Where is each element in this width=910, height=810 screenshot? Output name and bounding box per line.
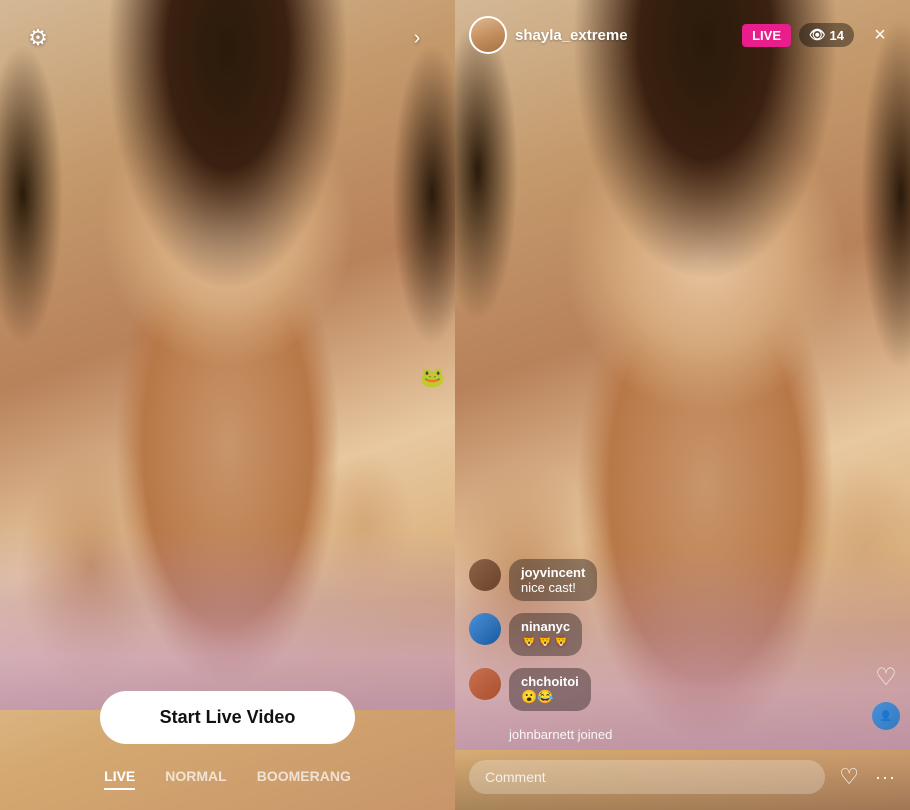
mode-boomerang[interactable]: BOOMERANG [257,764,351,790]
comment-text-nina: 🦁🦁🦁 [521,634,570,650]
left-bottom-bar: Start Live Video LIVE NORMAL BOOMERANG [0,691,455,810]
heart-button[interactable]: ♡ [839,764,859,790]
hair-right [455,0,910,486]
viewer-count: 👁 14 [799,23,854,47]
eye-icon: 👁 [809,27,826,43]
left-top-bar: ⚙ › [0,20,455,56]
commenter-avatar-nina [469,613,501,645]
right-live-panel: shayla_extreme LIVE 👁 14 × ♡ 👤 joyvincen… [455,0,910,810]
hair-left [0,0,455,486]
comment-item: chchoitoi 😮😂 [469,668,836,711]
heart-reaction-1: ♡ [875,663,897,692]
reaction-avatar: 👤 [872,702,900,730]
commenter-avatar-chch [469,668,501,700]
commenter-avatar-joy [469,559,501,591]
chevron-right-icon: › [414,27,421,50]
streamer-avatar[interactable] [469,16,507,54]
commenter-name-chch: chchoitoi [521,674,579,689]
floating-reactions: ♡ 👤 [872,663,900,730]
comment-text-joy: nice cast! [521,580,585,595]
mode-live[interactable]: LIVE [104,764,135,790]
clothing-left [0,530,455,710]
viewer-number: 14 [830,28,844,43]
comment-text-chch: 😮😂 [521,689,579,705]
chevron-right-button[interactable]: › [399,20,435,56]
left-emoji: 🐸 [420,365,445,390]
left-camera-panel: ⚙ › 🐸 Start Live Video LIVE NORMAL BOOME… [0,0,455,810]
commenter-name-nina: ninanyc [521,619,570,634]
comments-section: joyvincent nice cast! ninanyc 🦁🦁🦁 chchoi… [455,559,850,750]
close-button[interactable]: × [864,19,896,51]
settings-button[interactable]: ⚙ [20,20,56,56]
live-header: shayla_extreme LIVE 👁 14 × [455,0,910,70]
start-live-button[interactable]: Start Live Video [100,691,356,744]
mode-normal[interactable]: NORMAL [165,764,226,790]
avatar-face [471,18,505,52]
comment-bubble-joy: joyvincent nice cast! [509,559,597,601]
mode-selector: LIVE NORMAL BOOMERANG [104,764,351,790]
live-badge: LIVE [742,24,791,47]
joined-notice: johnbarnett joined [469,723,836,746]
comment-bar: ♡ ··· [455,750,910,810]
gear-icon: ⚙ [28,25,48,51]
commenter-name-joy: joyvincent [521,565,585,580]
comment-bubble-chch: chchoitoi 😮😂 [509,668,591,711]
close-icon: × [874,24,886,47]
streamer-username[interactable]: shayla_extreme [515,27,742,44]
comment-bubble-nina: ninanyc 🦁🦁🦁 [509,613,582,656]
comment-item: joyvincent nice cast! [469,559,836,601]
comment-input[interactable] [469,760,825,794]
more-options-button[interactable]: ··· [875,767,896,788]
comment-item: ninanyc 🦁🦁🦁 [469,613,836,656]
